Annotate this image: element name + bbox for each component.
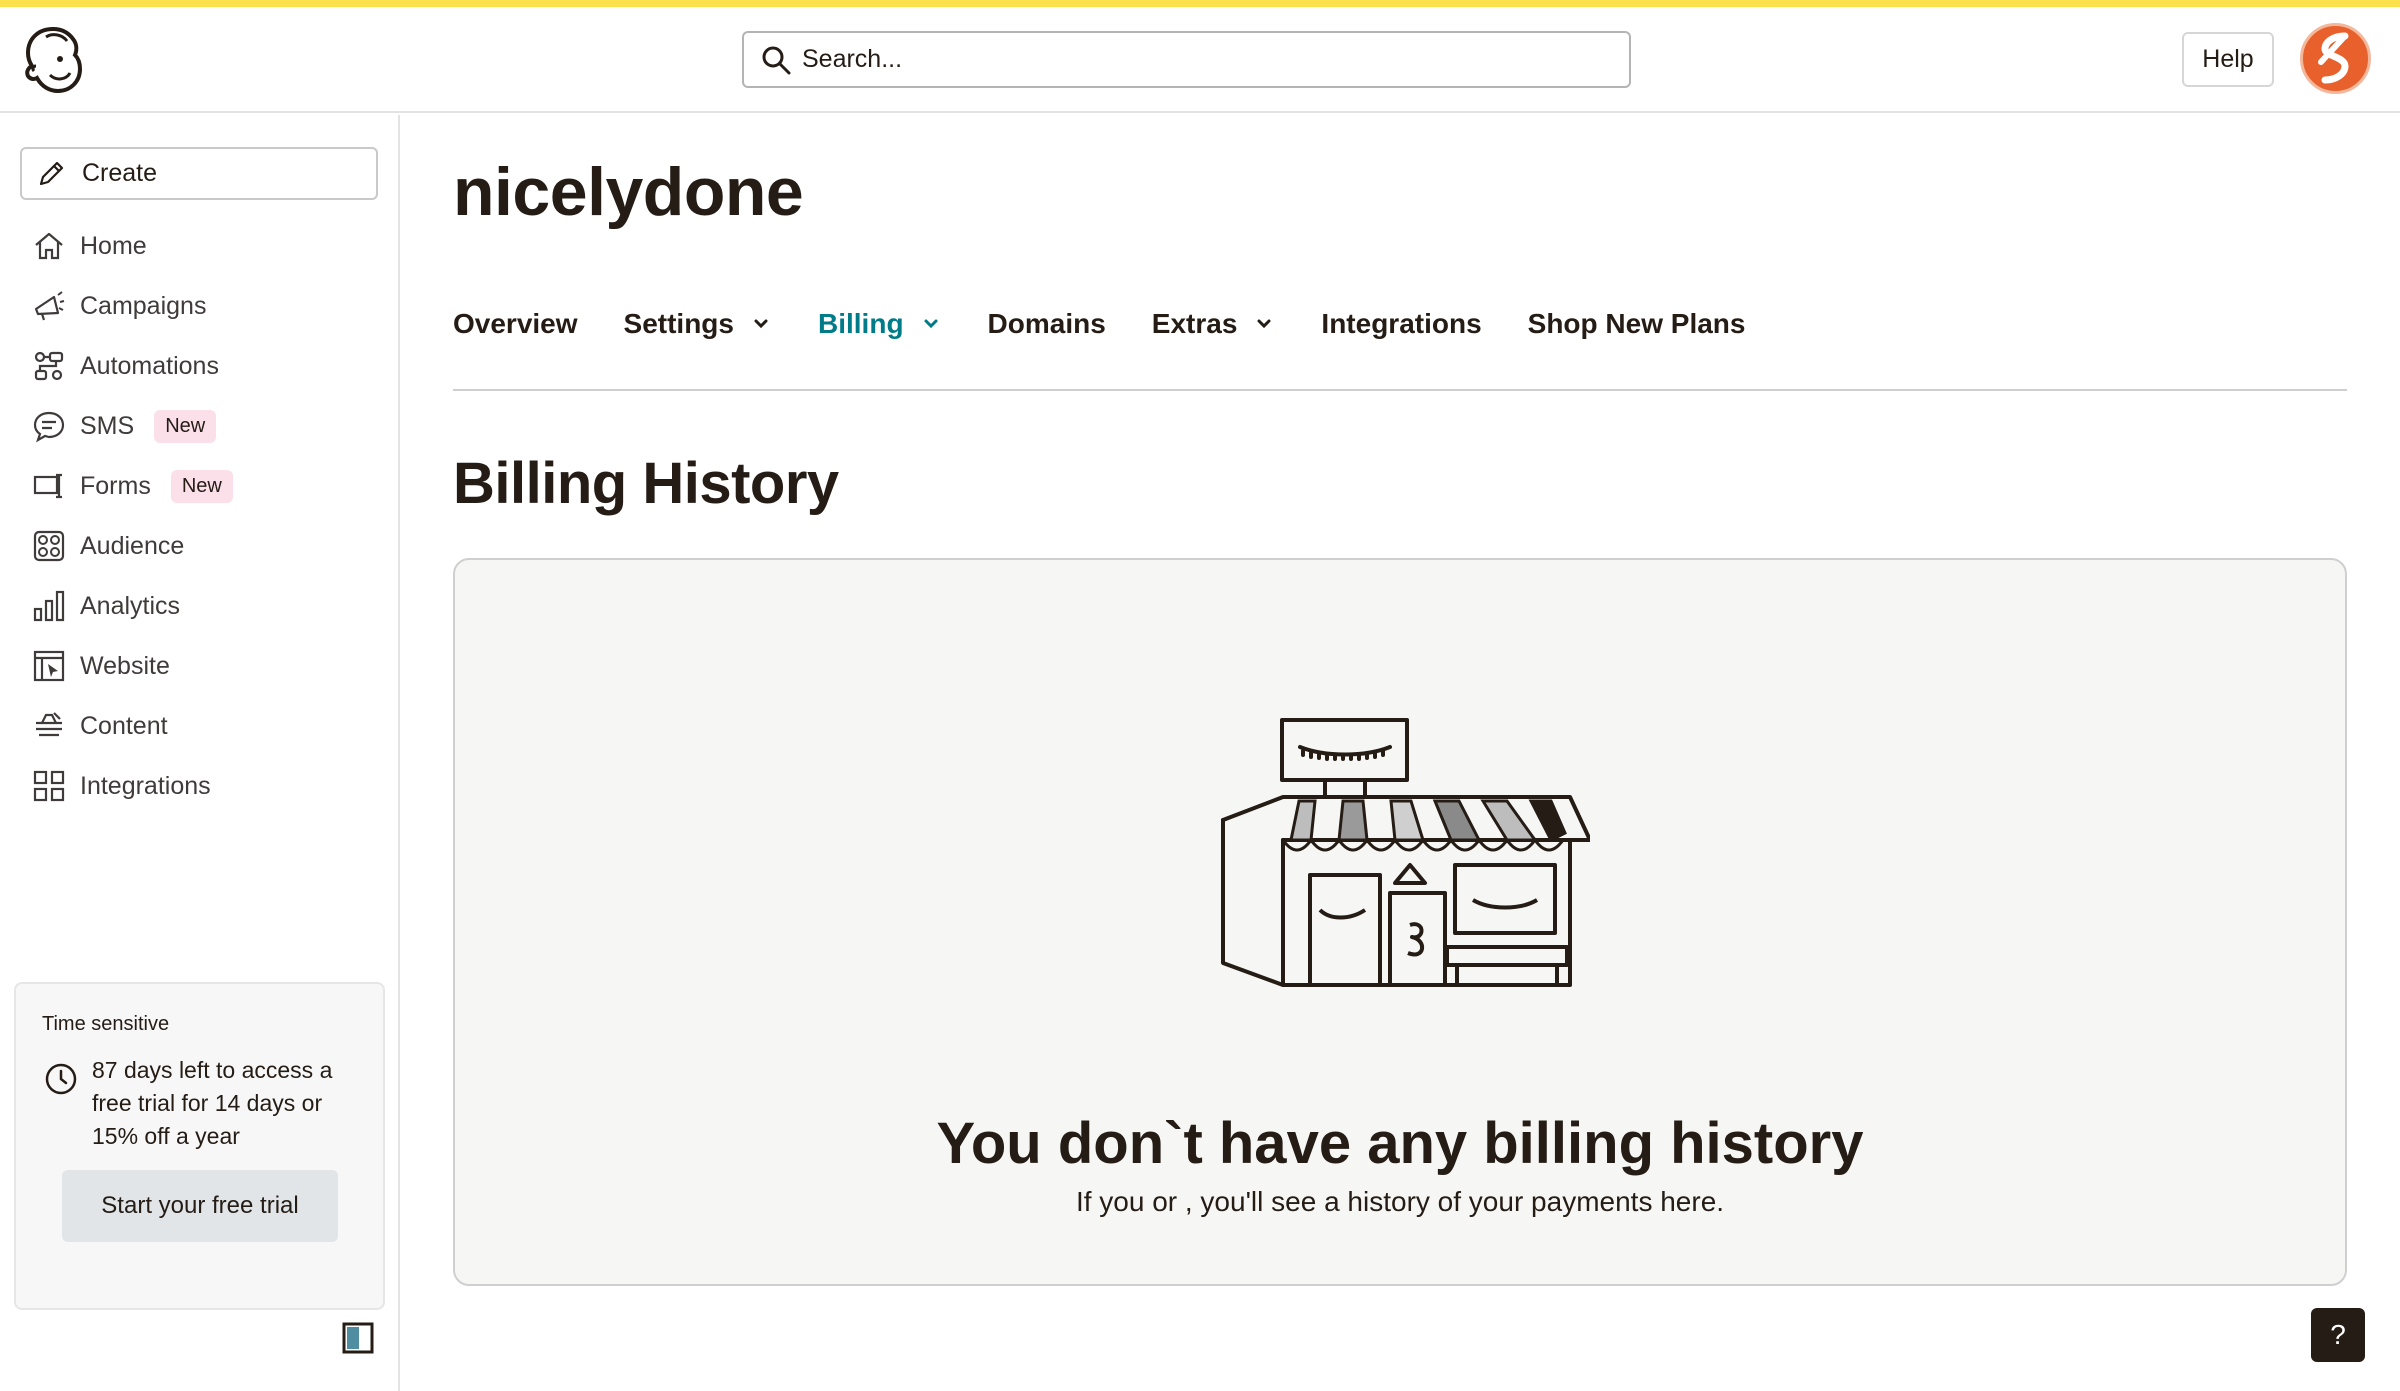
sidebar-item-campaigns[interactable]: Campaigns [32, 276, 392, 336]
empty-state-card: You don`t have any billing history If yo… [453, 558, 2347, 1286]
sidebar-item-website[interactable]: Website [32, 636, 392, 696]
sidebar-item-label: Home [80, 231, 147, 260]
sidebar-item-content[interactable]: Content [32, 696, 392, 756]
megaphone-icon [34, 291, 65, 321]
analytics-icon [33, 590, 65, 622]
new-badge: New [170, 469, 233, 503]
sidebar-item-automations[interactable]: Automations [32, 336, 392, 396]
tab-domains[interactable]: Domains [988, 308, 1106, 340]
tab-label: Shop New Plans [1527, 308, 1746, 339]
new-badge: New [154, 409, 217, 443]
search-bar[interactable] [742, 31, 1631, 88]
sidebar-item-forms[interactable]: Forms New [32, 456, 392, 516]
sidebar-item-label: SMS [80, 411, 135, 440]
sidebar-item-label: Website [80, 651, 170, 680]
sidebar-item-label: Forms [80, 471, 151, 500]
sidebar-nav: Home Campaigns Automations SMS New Forms… [32, 216, 392, 816]
sidebar-item-label: Automations [80, 351, 219, 380]
automations-icon [34, 351, 64, 381]
sidebar-item-label: Campaigns [80, 291, 207, 320]
trial-text: 87 days left to access a free trial for … [92, 1057, 333, 1149]
search-icon [762, 46, 791, 74]
sidebar-item-label: Content [80, 711, 168, 740]
chevron-down-icon [924, 319, 938, 329]
section-title: Billing History [453, 451, 839, 516]
trial-card: Time sensitive 87 days left to access a … [14, 982, 385, 1310]
clock-icon [45, 1063, 77, 1095]
tab-billing[interactable]: Billing [818, 308, 942, 340]
tab-integrations[interactable]: Integrations [1321, 308, 1481, 340]
tab-label: Overview [453, 308, 578, 339]
tab-settings[interactable]: Settings [624, 308, 772, 340]
mailchimp-logo[interactable] [20, 25, 86, 95]
top-bar: Help [0, 7, 2400, 113]
account-tabs: Overview Settings Billing Domains Extras… [453, 308, 1791, 340]
tab-shop-new-plans[interactable]: Shop New Plans [1528, 308, 1746, 340]
sidebar-item-sms[interactable]: SMS New [32, 396, 392, 456]
sidebar-item-integrations[interactable]: Integrations [32, 756, 392, 816]
sms-icon [33, 411, 65, 443]
content-icon [36, 712, 62, 737]
forms-icon [33, 473, 62, 499]
create-label: Create [82, 159, 158, 187]
create-button[interactable]: Create [20, 147, 378, 200]
storefront-illustration [1221, 718, 1590, 987]
page-title: nicelydone [453, 154, 804, 230]
audience-icon [33, 530, 65, 562]
tab-overview[interactable]: Overview [453, 308, 578, 340]
tab-label: Extras [1151, 308, 1238, 339]
search-input[interactable] [802, 45, 1629, 74]
help-fab-button[interactable]: ? [2311, 1308, 2365, 1362]
sidebar-item-label: Audience [80, 531, 185, 560]
sidebar-item-label: Integrations [80, 771, 211, 800]
home-icon [35, 232, 63, 260]
sidebar-item-home[interactable]: Home [32, 216, 392, 276]
trial-label: Time sensitive [42, 1013, 170, 1035]
start-free-trial-button[interactable]: Start your free trial [62, 1170, 338, 1242]
chevron-down-icon [754, 319, 768, 329]
sidebar-item-analytics[interactable]: Analytics [32, 576, 392, 636]
empty-state-subtitle: If you or , you'll see a history of your… [1075, 1186, 1725, 1217]
tabs-divider [453, 389, 2347, 391]
tab-label: Integrations [1321, 308, 1482, 339]
tab-label: Domains [987, 308, 1106, 339]
sidebar: Create Home Campaigns Automations SMS Ne… [0, 115, 400, 1391]
top-accent-bar [0, 0, 2400, 7]
tab-label: Billing [818, 308, 904, 339]
website-icon [33, 650, 65, 682]
account-avatar[interactable] [2299, 22, 2372, 95]
chevron-down-icon [1257, 319, 1271, 329]
sidebar-item-label: Analytics [80, 591, 181, 620]
tab-extras[interactable]: Extras [1152, 308, 1276, 340]
help-button[interactable]: Help [2182, 32, 2274, 87]
tab-label: Settings [623, 308, 734, 339]
empty-state-title: You don`t have any billing history [936, 1111, 1864, 1176]
integrations-icon [33, 770, 65, 802]
pencil-icon [39, 161, 64, 185]
collapse-sidebar-icon[interactable] [342, 1322, 374, 1354]
sidebar-item-audience[interactable]: Audience [32, 516, 392, 576]
